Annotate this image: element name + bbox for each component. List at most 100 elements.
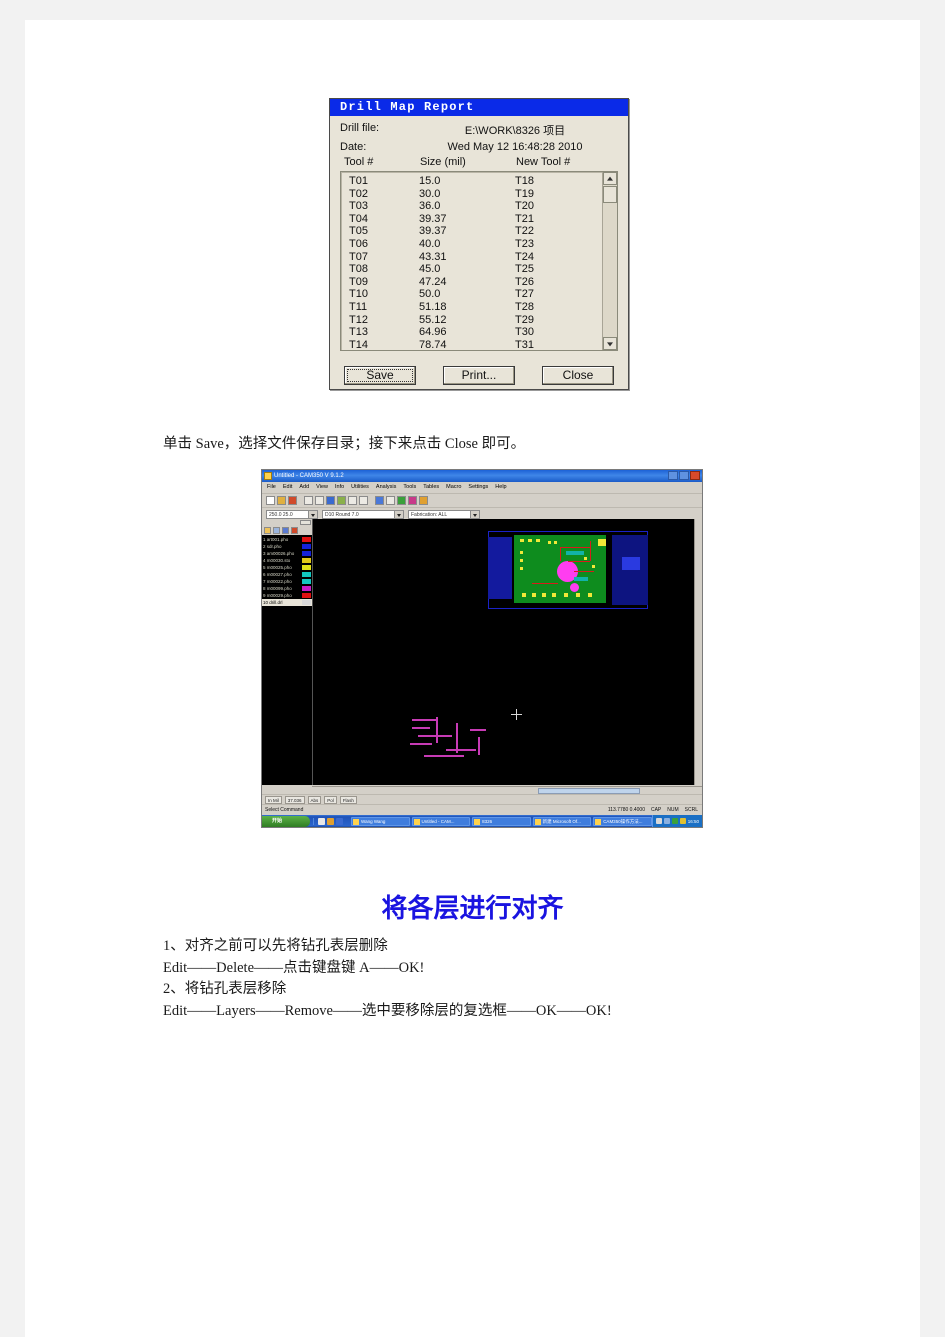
start-button[interactable]: 开始 [262,815,310,827]
print-button[interactable]: Print... [443,366,515,385]
undo-icon[interactable] [304,496,313,505]
tool-list-scrollbar[interactable] [602,172,617,350]
layer-visibility-icon[interactable] [273,527,280,534]
scroll-thumb[interactable] [603,186,617,203]
taskbar-item[interactable]: CAM350操作方法... [593,816,652,826]
table-row[interactable]: T03 36.0 T20 [349,200,602,213]
layer-list-item[interactable]: 5 m00025.pho [262,564,312,571]
layer-list-item[interactable]: 1 art001.pho [262,536,312,543]
maximize-button[interactable] [679,471,689,480]
menu-item-view[interactable]: View [316,482,328,493]
layer-list-item[interactable]: 6 m00027.pho [262,571,312,578]
scroll-up-button[interactable] [603,172,617,185]
layers-icon[interactable] [375,496,384,505]
cad-canvas[interactable] [312,519,702,785]
layer-color-swatch[interactable] [302,579,311,584]
tray-network-icon[interactable] [655,818,662,824]
media-icon[interactable] [327,817,334,825]
table-row[interactable]: T10 50.0 T27 [349,288,602,301]
paste-icon[interactable] [337,496,346,505]
table-row[interactable]: T08 45.0 T25 [349,263,602,276]
table-row[interactable]: T06 40.0 T23 [349,238,602,251]
taskbar-item[interactable]: Untitled - CAM... [411,816,471,826]
menu-item-info[interactable]: Info [335,482,344,493]
layer-color-swatch[interactable] [302,537,311,542]
canvas-vertical-scrollbar[interactable] [694,519,702,785]
table-row[interactable]: T04 39.37 T21 [349,213,602,226]
layer-color-icon[interactable] [282,527,289,534]
tray-ime-icon[interactable] [679,818,686,824]
scroll-down-button[interactable] [603,337,617,350]
zoom-out-icon[interactable] [359,496,368,505]
layer-color-swatch[interactable] [302,558,311,563]
taskbar-item[interactable]: Wang Wang [351,816,410,826]
layer-panel-close-icon[interactable] [300,520,311,525]
table-row[interactable]: T05 39.37 T22 [349,225,602,238]
close-button[interactable]: Close [542,366,614,385]
save-icon[interactable] [288,496,297,505]
redo-icon[interactable] [315,496,324,505]
tray-antivirus-icon[interactable] [671,818,678,824]
status-cell[interactable]: In Mil [265,796,282,804]
table-row[interactable]: T13 64.96 T30 [349,326,602,339]
layer-color-swatch[interactable] [302,572,311,577]
menu-item-edit[interactable]: Edit [283,482,292,493]
menu-item-utilities[interactable]: Utilities [351,482,369,493]
cam-command-line[interactable]: Select Command 113.7780 0.4000 CAP NUM S… [262,804,702,815]
layer-list-item[interactable]: 4 m00030.sto [262,557,312,564]
open-icon[interactable] [277,496,286,505]
units-combo[interactable]: 250.0 25.0 [266,510,318,519]
status-cell[interactable]: Flash [339,796,357,804]
layer-list-item[interactable]: 9 m00029.pho [262,592,312,599]
status-cell[interactable]: 37.036 [284,796,305,804]
menu-item-help[interactable]: Help [495,482,506,493]
grid-icon[interactable] [386,496,395,505]
settings-icon[interactable] [419,496,428,505]
layer-color-swatch[interactable] [302,600,311,605]
window-close-button[interactable] [690,471,700,480]
new-icon[interactable] [266,496,275,505]
table-row[interactable]: T01 15.0 T18 [349,175,602,188]
menu-item-tables[interactable]: Tables [423,482,439,493]
menu-item-analysis[interactable]: Analysis [376,482,396,493]
table-row[interactable]: T09 47.24 T26 [349,276,602,289]
save-button[interactable]: Save [344,366,416,385]
layer-list-item[interactable]: 3 am00026.pho [262,550,312,557]
menu-item-settings[interactable]: Settings [468,482,488,493]
table-row[interactable]: T11 51.18 T28 [349,301,602,314]
tray-volume-icon[interactable] [663,818,670,824]
status-cell[interactable]: Abs [307,796,322,804]
browser-icon[interactable] [318,817,325,825]
layer-add-icon[interactable] [264,527,271,534]
layer-list-item[interactable]: 7 m00022.pho [262,578,312,585]
table-row[interactable]: T02 30.0 T19 [349,188,602,201]
table-icon[interactable] [397,496,406,505]
chevron-down-icon[interactable] [308,511,317,518]
layer-list-item[interactable]: 2 sdr.pho [262,543,312,550]
menu-item-tools[interactable]: Tools [403,482,416,493]
layer-list[interactable]: 1 art001.pho 2 sdr.pho 3 am00026.pho 4 m000… [262,535,312,785]
table-row[interactable]: T07 43.31 T24 [349,251,602,264]
aperture-combo[interactable]: D10 Round 7.0 [322,510,404,519]
layer-list-item[interactable]: 10 drill.drl [262,599,312,606]
taskbar-item[interactable]: 8326 [472,816,531,826]
layer-color-swatch[interactable] [302,551,311,556]
layer-color-swatch[interactable] [302,544,311,549]
palette-icon[interactable] [408,496,417,505]
table-combo[interactable]: Fabrication: ALL [408,510,480,519]
layer-color-swatch[interactable] [302,565,311,570]
table-row[interactable]: T14 78.74 T31 [349,339,602,350]
taskbar-item[interactable]: 新建 Microsoft Of... [532,816,592,826]
table-row[interactable]: T12 55.12 T29 [349,314,602,327]
menu-item-macro[interactable]: Macro [446,482,461,493]
desktop-icon[interactable] [336,817,343,825]
menu-item-file[interactable]: File [267,482,276,493]
zoom-in-icon[interactable] [348,496,357,505]
layer-color-swatch[interactable] [302,593,311,598]
minimize-button[interactable] [668,471,678,480]
chevron-down-icon[interactable] [470,511,479,518]
chevron-down-icon[interactable] [394,511,403,518]
layer-list-item[interactable]: 8 m00099.pho [262,585,312,592]
tool-list[interactable]: T01 15.0 T18 T02 30.0 T19 T03 36.0 T20 T04 39.37 T2… [340,171,618,351]
copy-icon[interactable] [326,496,335,505]
